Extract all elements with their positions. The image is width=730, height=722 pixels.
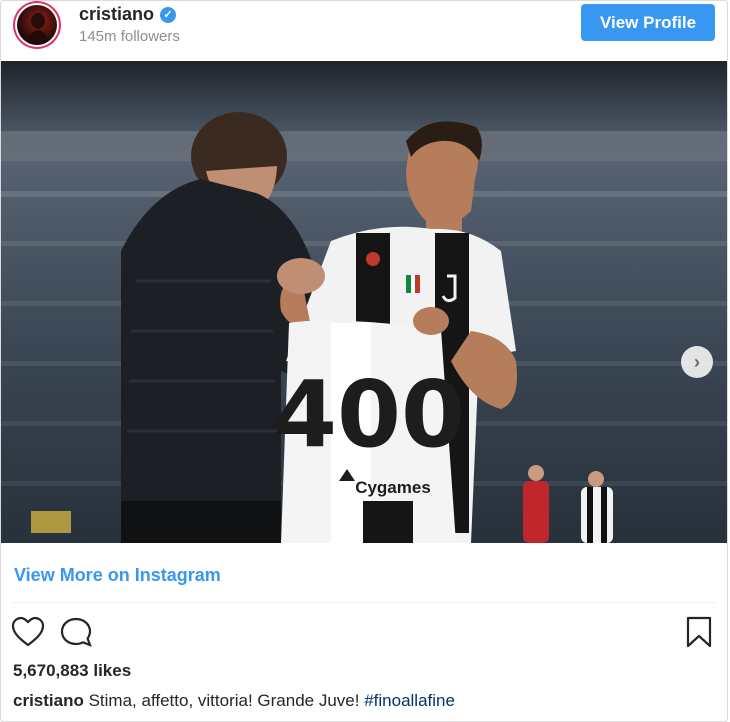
held-400-shirt: 400 Cygames (273, 320, 465, 543)
shirt-number: 400 (273, 361, 465, 468)
likes-count: 5,670,883 likes (13, 661, 132, 680)
bookmark-icon[interactable] (685, 616, 713, 648)
jersey-badge-icon (366, 252, 380, 266)
post-photo[interactable]: 400 Cygames › (1, 61, 727, 543)
avatar-photo (17, 5, 57, 45)
comment-icon[interactable] (59, 616, 93, 648)
view-profile-button[interactable]: View Profile (581, 4, 715, 41)
stadium-roof (1, 61, 727, 131)
chevron-right-icon: › (694, 351, 700, 372)
avatar-ring (15, 3, 59, 47)
player-hand (413, 307, 449, 335)
username-text[interactable]: cristiano (79, 4, 154, 25)
caption-hashtag[interactable]: #finoallafine (364, 691, 455, 710)
crowd-flag (31, 511, 71, 533)
caption-username[interactable]: cristiano (13, 691, 84, 710)
view-more-link[interactable]: View More on Instagram (14, 565, 221, 586)
post-photo-illustration: 400 Cygames (1, 61, 727, 543)
stadium-lights (1, 131, 727, 161)
caption-text: Stima, affetto, vittoria! Grande Juve! (88, 691, 360, 710)
caption: cristiano Stima, affetto, vittoria! Gran… (13, 691, 455, 711)
avatar-figure-icon (27, 13, 49, 45)
username[interactable]: cristiano ✓ (79, 4, 177, 25)
shirt-sponsor: Cygames (355, 478, 431, 497)
handshake (277, 258, 325, 294)
heart-icon[interactable] (11, 616, 45, 648)
avatar[interactable] (13, 1, 61, 49)
followers-count: 145m followers (79, 28, 180, 45)
instagram-embed-card: cristiano ✓ 145m followers View Profile (0, 0, 728, 722)
post-header: cristiano ✓ 145m followers View Profile (1, 1, 727, 59)
verified-badge-icon: ✓ (160, 6, 177, 23)
divider (13, 602, 715, 603)
next-photo-button[interactable]: › (681, 346, 713, 378)
